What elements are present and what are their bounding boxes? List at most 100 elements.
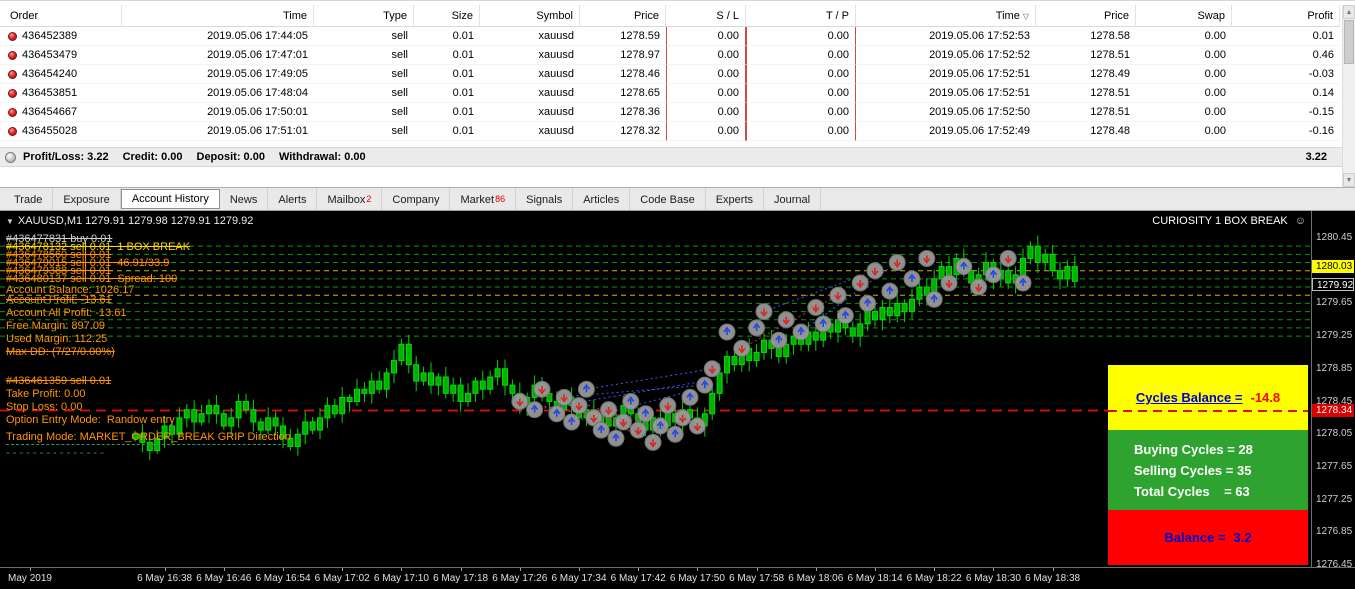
column-header-swap[interactable]: Swap xyxy=(1136,5,1232,27)
column-header-symbol[interactable]: Symbol xyxy=(480,5,580,27)
tab-label: Market xyxy=(460,193,495,206)
trade-marker-sell[interactable] xyxy=(644,433,662,451)
column-header-order[interactable]: Order xyxy=(0,5,122,27)
trade-marker-buy[interactable] xyxy=(859,294,877,312)
trade-marker-buy[interactable] xyxy=(925,290,943,308)
trade-marker-buy[interactable] xyxy=(548,405,566,423)
column-header-sl[interactable]: S / L xyxy=(666,5,746,27)
trade-marker-sell[interactable] xyxy=(703,360,721,378)
table-row[interactable]: 436454240 2019.05.06 17:49:05 sell 0.01 xauu… xyxy=(0,65,1342,84)
trade-marker-sell[interactable] xyxy=(555,388,573,406)
trade-marker-sell[interactable] xyxy=(940,274,958,292)
ask-price-tag: 1280.03 xyxy=(1312,260,1354,274)
trade-marker-sell[interactable] xyxy=(600,401,618,419)
trade-marker-sell[interactable] xyxy=(851,274,869,292)
trade-marker-buy[interactable] xyxy=(696,376,714,394)
overlay-line: Stop Loss: 0.00 xyxy=(6,401,83,413)
tab-trade[interactable]: Trade xyxy=(4,188,54,210)
trade-marker-sell[interactable] xyxy=(570,397,588,415)
tab-market[interactable]: Market 86 xyxy=(450,188,517,210)
column-header-open_price[interactable]: Price xyxy=(580,5,666,27)
trade-marker-buy[interactable] xyxy=(651,417,669,435)
trade-marker-buy[interactable] xyxy=(637,405,655,423)
tab-journal[interactable]: Journal xyxy=(764,188,822,210)
cell-text: 0.01 xyxy=(1312,30,1334,42)
trade-marker-buy[interactable] xyxy=(607,429,625,447)
table-vertical-scrollbar[interactable]: ▲ ▼ xyxy=(1342,5,1355,187)
trade-marker-buy[interactable] xyxy=(881,282,899,300)
trade-marker-sell[interactable] xyxy=(888,254,906,272)
trade-marker-sell[interactable] xyxy=(918,249,936,267)
scrollbar-thumb[interactable] xyxy=(1344,20,1354,64)
trade-marker-sell[interactable] xyxy=(659,397,677,415)
trade-marker-sell[interactable] xyxy=(866,262,884,280)
tab-alerts[interactable]: Alerts xyxy=(268,188,318,210)
trade-marker-buy[interactable] xyxy=(681,388,699,406)
trade-marker-buy[interactable] xyxy=(792,323,810,341)
cell-open_price: 1278.59 xyxy=(580,27,666,46)
tab-exposure[interactable]: Exposure xyxy=(53,188,121,210)
price-scale[interactable]: 1280.45 1279.65 1279.25 1278.85 1278.45 1278.… xyxy=(1311,211,1355,570)
trade-marker-buy[interactable] xyxy=(903,270,921,288)
trade-marker-sell[interactable] xyxy=(614,413,632,431)
trade-marker-buy[interactable] xyxy=(955,258,973,276)
tab-experts[interactable]: Experts xyxy=(706,188,764,210)
summary-stat: Profit/Loss: 3.22 xyxy=(23,151,109,163)
table-row[interactable]: 436452389 2019.05.06 17:44:05 sell 0.01 xauu… xyxy=(0,27,1342,46)
cell-type: sell xyxy=(314,65,414,84)
trade-marker-sell[interactable] xyxy=(533,380,551,398)
tab-signals[interactable]: Signals xyxy=(516,188,574,210)
trade-marker-sell[interactable] xyxy=(755,303,773,321)
table-row[interactable]: 436455028 2019.05.06 17:51:01 sell 0.01 xauu… xyxy=(0,122,1342,141)
cell-text: 436452389 xyxy=(22,30,78,42)
table-row[interactable]: 436453851 2019.05.06 17:48:04 sell 0.01 xauu… xyxy=(0,84,1342,103)
trade-marker-buy[interactable] xyxy=(814,315,832,333)
scroll-down-icon[interactable]: ▼ xyxy=(1343,173,1355,187)
time-axis[interactable]: May 2019 6 May 16:38 6 May 16:46 6 May 16:5… xyxy=(0,567,1355,589)
tab-company[interactable]: Company xyxy=(382,188,451,210)
overlay-line: Max DD: (7/27/0.00%) xyxy=(6,346,115,358)
time-axis-tick xyxy=(342,568,344,571)
table-row[interactable]: 436454667 2019.05.06 17:50:01 sell 0.01 xauu… xyxy=(0,103,1342,122)
trade-marker-buy[interactable] xyxy=(748,319,766,337)
trade-marker-sell[interactable] xyxy=(777,311,795,329)
trade-marker-sell[interactable] xyxy=(511,393,529,410)
trade-marker-buy[interactable] xyxy=(1014,274,1032,292)
trade-marker-buy[interactable] xyxy=(770,331,788,349)
scroll-up-icon[interactable]: ▲ xyxy=(1343,5,1355,19)
trade-marker-sell[interactable] xyxy=(829,286,847,304)
trade-marker-sell[interactable] xyxy=(674,409,692,427)
column-header-close_time[interactable]: Time ▽ xyxy=(856,5,1036,27)
trade-marker-buy[interactable] xyxy=(718,323,736,341)
trade-marker-buy[interactable] xyxy=(592,421,610,439)
symbol-dropdown-icon[interactable]: ▼ xyxy=(6,217,14,226)
column-header-close_price[interactable]: Price xyxy=(1036,5,1136,27)
column-header-profit[interactable]: Profit xyxy=(1232,5,1340,27)
trade-marker-buy[interactable] xyxy=(577,380,595,398)
trade-marker-sell[interactable] xyxy=(807,298,825,316)
trade-marker-buy[interactable] xyxy=(622,393,640,410)
trade-marker-buy[interactable] xyxy=(984,266,1002,284)
cell-profit: -0.16 xyxy=(1232,122,1340,141)
column-header-tp[interactable]: T / P xyxy=(746,5,856,27)
trade-marker-buy[interactable] xyxy=(666,425,684,443)
tab-articles[interactable]: Articles xyxy=(573,188,631,210)
column-header-size[interactable]: Size xyxy=(414,5,480,27)
trade-marker-buy[interactable] xyxy=(526,401,544,419)
trade-marker-sell[interactable] xyxy=(733,339,751,357)
tab-code-base[interactable]: Code Base xyxy=(630,188,706,210)
cell-order: 436453479 xyxy=(0,46,122,65)
tab-account-history[interactable]: Account History xyxy=(120,189,220,209)
trade-marker-sell[interactable] xyxy=(629,421,647,439)
column-header-type[interactable]: Type xyxy=(314,5,414,27)
trade-marker-sell[interactable] xyxy=(970,278,988,296)
column-header-open_time[interactable]: Time xyxy=(122,5,314,27)
trade-marker-sell[interactable] xyxy=(999,249,1017,267)
trade-marker-buy[interactable] xyxy=(563,413,581,431)
tab-news[interactable]: News xyxy=(220,188,269,210)
trade-marker-buy[interactable] xyxy=(836,307,854,325)
cell-close_price: 1278.58 xyxy=(1036,27,1136,46)
tab-mailbox[interactable]: Mailbox 2 xyxy=(317,188,383,210)
trade-marker-sell[interactable] xyxy=(688,417,706,435)
table-row[interactable]: 436453479 2019.05.06 17:47:01 sell 0.01 xauu… xyxy=(0,46,1342,65)
